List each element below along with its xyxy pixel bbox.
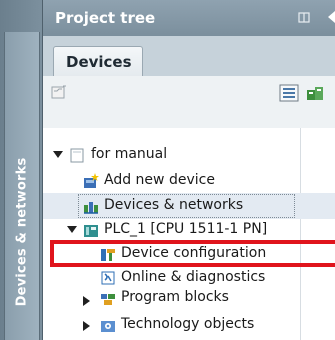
project-tree-header: Project tree — [43, 0, 335, 36]
tab-strip: Devices — [43, 36, 335, 77]
online-diag-icon — [101, 271, 115, 285]
network-icon[interactable] — [305, 84, 325, 102]
tree-item-program-blocks[interactable]: Program blocks — [43, 288, 335, 314]
folder-icon — [70, 148, 84, 163]
devices-networks-side-tab[interactable]: Devices & networks — [4, 32, 40, 340]
devices-networks-icon — [84, 202, 98, 214]
panel-title: Project tree — [55, 9, 156, 27]
project-icon[interactable] — [51, 85, 67, 99]
tree-item-technology-objects[interactable]: Technology objects — [43, 312, 335, 338]
tree-item-label: Program blocks — [121, 289, 229, 305]
tree-item-add-new-device[interactable]: Add new device — [43, 168, 335, 194]
tree-item-for-manual[interactable]: for manual — [43, 142, 335, 168]
side-strip: Devices & networks — [0, 0, 43, 340]
side-tab-label: Devices & networks — [14, 157, 30, 307]
program-blocks-icon — [101, 294, 115, 305]
tree-item-label: Online & diagnostics — [121, 269, 266, 285]
tree-item-label: Add new device — [104, 172, 215, 188]
tree-item-label: for manual — [91, 146, 168, 162]
tab-devices[interactable]: Devices — [53, 46, 143, 77]
technology-objects-icon — [101, 321, 115, 332]
expand-arrow-icon[interactable] — [53, 151, 63, 158]
tree-item-label: Devices & networks — [104, 197, 244, 213]
tree-item-devices-networks[interactable]: Devices & networks — [43, 193, 335, 219]
expand-arrow-icon[interactable] — [83, 321, 90, 331]
collapse-arrow-icon[interactable] — [326, 10, 335, 24]
expand-arrow-icon[interactable] — [67, 226, 77, 233]
tree-item-label: PLC_1 [CPU 1511-1 PN] — [104, 221, 268, 237]
expand-arrow-icon[interactable] — [83, 296, 90, 306]
highlight-box — [50, 240, 335, 267]
pin-icon[interactable] — [298, 12, 310, 23]
add-device-icon — [84, 173, 99, 188]
view-icon[interactable] — [279, 84, 299, 102]
plc-icon — [84, 225, 98, 237]
tree-toolbar — [43, 76, 335, 129]
project-tree: for manual Add new device Devices & netw… — [43, 128, 335, 340]
tree-item-label: Technology objects — [121, 316, 255, 332]
tab-devices-label: Devices — [66, 53, 132, 71]
